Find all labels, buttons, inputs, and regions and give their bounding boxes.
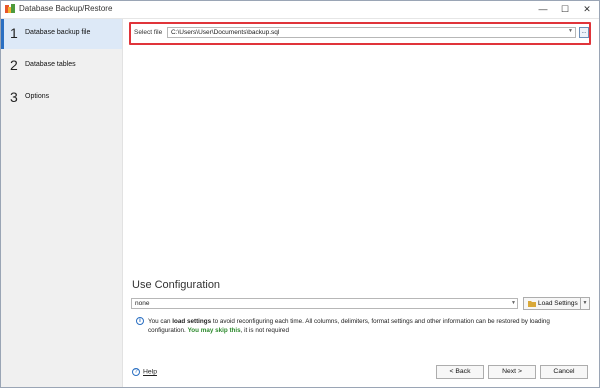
select-file-label: Select file [134,29,163,36]
dialog-window: Database Backup/Restore — ☐ ✕ 1 Database… [0,0,600,388]
help-icon: ? [132,368,140,376]
window-title: Database Backup/Restore [19,4,113,13]
step-number: 1 [10,25,18,41]
minimize-button[interactable]: — [534,2,552,17]
info-text-prefix: You can [148,318,173,325]
step-database-tables[interactable]: 2 Database tables [1,51,122,81]
select-file-row: Select file C:\Users\User\Documents\back… [129,22,591,45]
maximize-button[interactable]: ☐ [556,2,574,17]
configuration-select[interactable]: none [131,298,518,309]
next-button[interactable]: Next > [488,365,536,379]
load-settings-label: Load Settings [538,300,578,307]
help-link[interactable]: ? Help [132,368,157,376]
back-button[interactable]: < Back [436,365,484,379]
step-label: Database backup file [25,29,91,36]
info-text-bold: load settings [172,318,212,325]
configuration-info-text: You can load settings to avoid reconfigu… [148,317,588,335]
chevron-down-icon[interactable]: ▼ [568,28,573,34]
file-path-input[interactable]: C:\Users\User\Documents\backup.sql [167,27,576,38]
main-content: Select file C:\Users\User\Documents\back… [123,19,599,387]
load-settings-button[interactable]: Load Settings [523,297,581,310]
info-text-suffix: , it is not required [240,327,289,334]
info-icon: i [136,317,144,325]
help-label: Help [143,368,157,376]
step-options[interactable]: 3 Options [1,83,122,113]
step-label: Options [25,93,50,100]
folder-icon [528,301,536,307]
app-logo-icon [5,4,15,13]
chevron-down-icon[interactable]: ▼ [511,300,516,306]
wizard-sidebar: 1 Database backup file 2 Database tables… [1,19,123,387]
cancel-button[interactable]: Cancel [540,365,588,379]
close-button[interactable]: ✕ [578,2,596,17]
browse-button[interactable]: ... [579,27,589,38]
info-text-skip: You may skip this [187,327,241,334]
step-database-backup-file[interactable]: 1 Database backup file [1,19,122,49]
load-settings-dropdown-button[interactable]: ▼ [581,297,590,310]
use-configuration-heading: Use Configuration [132,279,221,291]
step-number: 2 [10,57,18,73]
step-label: Database tables [25,61,76,68]
title-bar: Database Backup/Restore — ☐ ✕ [1,1,599,19]
step-number: 3 [10,89,18,105]
